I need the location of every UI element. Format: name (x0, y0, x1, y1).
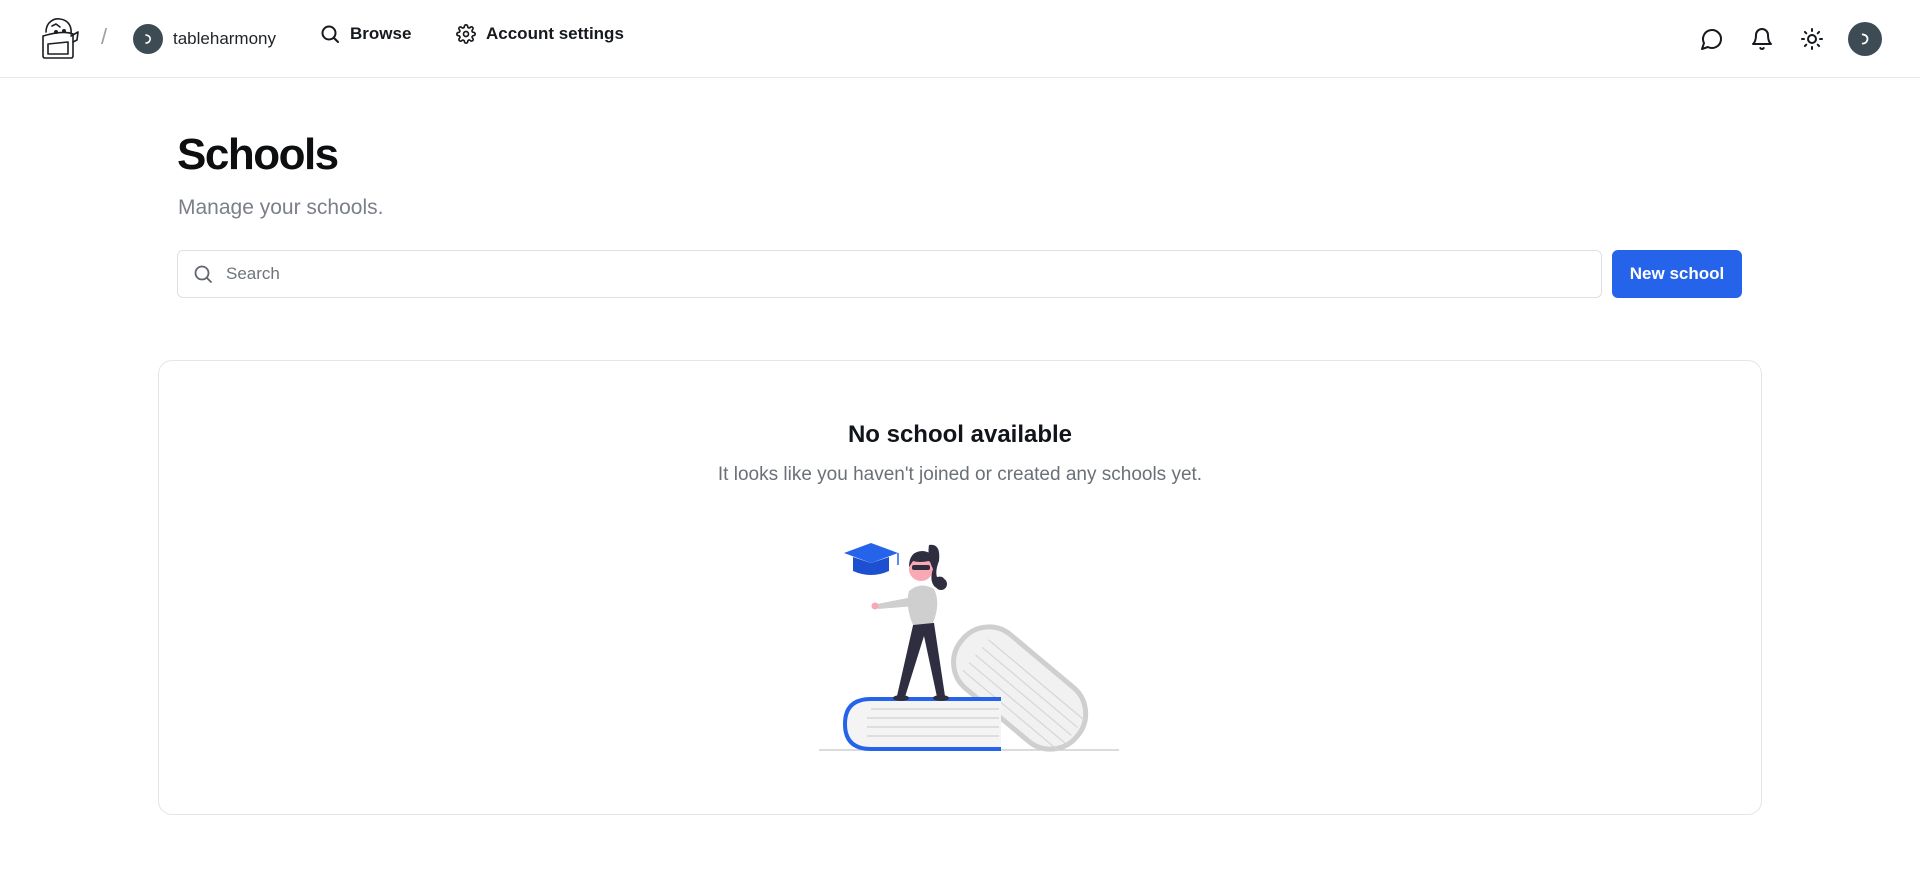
org-name: tableharmony (173, 29, 277, 48)
breadcrumb-separator: / (101, 24, 108, 49)
nav-browse-label: Browse (350, 24, 412, 43)
bell-icon[interactable] (1750, 27, 1774, 51)
sun-icon[interactable] (1800, 27, 1824, 51)
chat-icon[interactable] (1700, 27, 1724, 51)
empty-state-card: No school available It looks like you ha… (158, 360, 1762, 815)
student-on-books-illustration (819, 543, 1119, 752)
org-switcher[interactable]: tableharmony (133, 24, 276, 54)
nav-account-settings-label: Account settings (486, 24, 624, 43)
backpack-logo-icon[interactable] (38, 16, 80, 60)
empty-state-title: No school available (847, 421, 1073, 448)
gear-icon (456, 24, 476, 44)
search-icon (194, 265, 212, 283)
page-subtitle: Manage your schools. (178, 196, 384, 219)
page-title: Schools (177, 130, 339, 179)
empty-state-message: It looks like you haven't joined or crea… (717, 464, 1203, 485)
search-icon (321, 25, 339, 43)
nav-account-settings[interactable]: Account settings (456, 24, 624, 44)
top-navigation-bar: / tableharmony Browse Account settings (0, 0, 1920, 78)
new-school-button[interactable]: New school (1612, 250, 1742, 298)
nav-browse[interactable]: Browse (320, 24, 411, 44)
search-input[interactable] (226, 264, 1566, 284)
search-field[interactable] (177, 250, 1602, 298)
user-avatar[interactable] (1848, 22, 1882, 56)
org-avatar (133, 24, 163, 54)
